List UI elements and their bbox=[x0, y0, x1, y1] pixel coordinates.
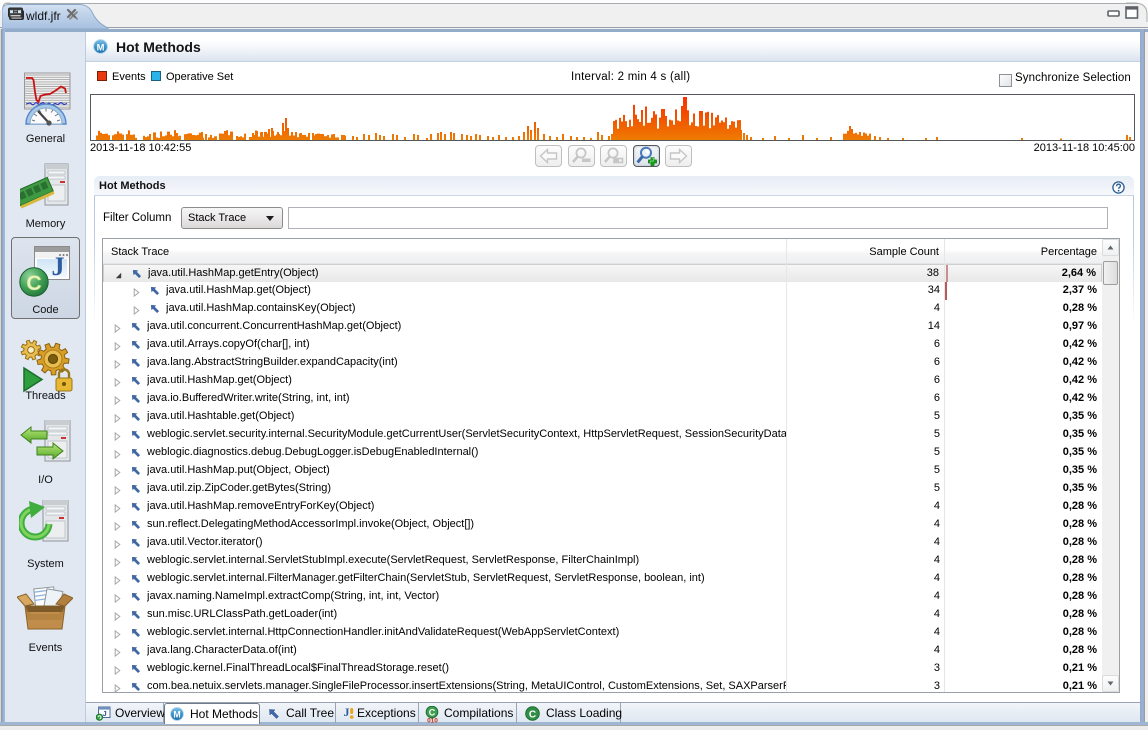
svg-text:J: J bbox=[103, 709, 107, 718]
svg-text:C: C bbox=[429, 708, 436, 718]
svg-text:C: C bbox=[529, 709, 536, 720]
svg-text:M: M bbox=[97, 42, 105, 52]
svg-text:J: J bbox=[52, 252, 65, 281]
svg-text:010: 010 bbox=[427, 718, 438, 724]
svg-text:M: M bbox=[173, 710, 180, 720]
svg-text:C: C bbox=[26, 272, 41, 295]
svg-text:J: J bbox=[344, 706, 350, 719]
